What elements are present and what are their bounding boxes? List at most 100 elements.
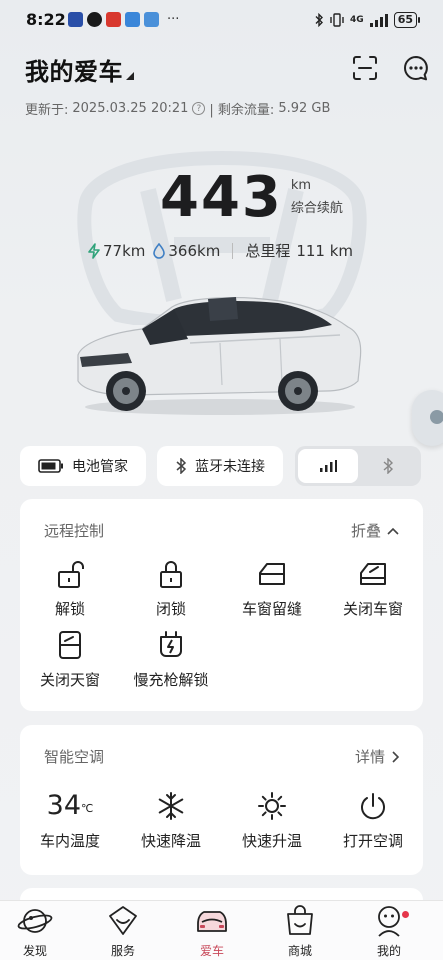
close-sunroof-button[interactable]: 关闭天窗 bbox=[20, 630, 120, 690]
dropdown-caret-icon bbox=[126, 71, 134, 80]
ac-power-button[interactable]: 打开空调 bbox=[323, 791, 423, 851]
message-icon[interactable] bbox=[402, 54, 430, 82]
close-window-button[interactable]: 关闭车窗 bbox=[323, 559, 423, 619]
quick-heat-button[interactable]: 快速升温 bbox=[222, 791, 322, 851]
power-icon bbox=[361, 793, 385, 820]
temperature-unit: ℃ bbox=[81, 802, 94, 815]
cabin-temperature-label: 车内温度 bbox=[39, 832, 100, 850]
bluetooth-icon bbox=[315, 13, 324, 27]
planet-icon bbox=[17, 909, 53, 933]
window-vent-label: 车窗留缝 bbox=[241, 600, 302, 618]
range-unit: km bbox=[290, 178, 312, 193]
window-vent-icon bbox=[259, 563, 285, 585]
quick-cool-button[interactable]: 快速降温 bbox=[121, 791, 221, 851]
sunroof-close-icon bbox=[59, 631, 81, 659]
nav-my-car[interactable]: 爱车 bbox=[177, 904, 247, 959]
signal-icon bbox=[369, 14, 388, 27]
climate-card: 智能空调 详情 34℃ 车内温度 快速降温 快速升温 打开空调 bbox=[20, 725, 423, 875]
details-label: 详情 bbox=[354, 748, 385, 766]
quick-heat-label: 快速升温 bbox=[241, 832, 302, 850]
unlock-label: 解锁 bbox=[54, 600, 85, 618]
collapse-button[interactable]: 折叠 bbox=[351, 520, 399, 541]
app-notification-icon bbox=[144, 12, 159, 27]
battery-status-icon bbox=[38, 459, 63, 473]
profile-icon bbox=[378, 906, 400, 937]
floating-assistant-button[interactable] bbox=[412, 390, 443, 446]
bluetooth-status-button[interactable]: 蓝牙未连接 bbox=[157, 446, 283, 486]
odometer-value: 111 km bbox=[296, 241, 354, 260]
range-display: 443 km 综合续航 bbox=[160, 168, 343, 228]
electric-range-value: 77km bbox=[103, 241, 146, 260]
charger-unlock-icon bbox=[160, 631, 182, 657]
system-status: 4G 65 bbox=[314, 12, 421, 28]
close-window-label: 关闭车窗 bbox=[342, 600, 403, 618]
scan-icon[interactable] bbox=[351, 54, 379, 82]
wifi-app-icon bbox=[125, 12, 140, 27]
lock-label: 闭锁 bbox=[155, 600, 186, 618]
nav-my-car-label: 爱车 bbox=[199, 944, 224, 958]
window-vent-button[interactable]: 车窗留缝 bbox=[222, 559, 322, 619]
battery-icon: 65 bbox=[393, 12, 421, 28]
qq-icon bbox=[87, 12, 102, 27]
update-label: 更新于: bbox=[25, 103, 69, 118]
data-remaining-label: | 剩余流量: bbox=[209, 103, 275, 118]
nav-discover-label: 发现 bbox=[22, 944, 47, 958]
shop-bag-icon bbox=[287, 905, 313, 935]
app-notification-icon bbox=[106, 12, 121, 27]
bluetooth-mode-tab[interactable] bbox=[358, 449, 418, 483]
range-breakdown: 77km 366km 总里程 111 km bbox=[88, 240, 353, 261]
remote-control-card: 远程控制 折叠 解锁 闭锁 车窗留缝 关闭车窗 关闭天窗 慢充枪解锁 bbox=[20, 499, 423, 711]
chevron-up-icon bbox=[387, 527, 399, 535]
snowflake-icon bbox=[158, 792, 184, 820]
network-type: 4G bbox=[350, 15, 364, 25]
range-label: 综合续航 bbox=[290, 201, 343, 216]
sun-icon bbox=[258, 792, 286, 820]
app-notification-icon bbox=[68, 12, 83, 27]
fuel-drop-icon bbox=[153, 242, 166, 259]
nav-profile-label: 我的 bbox=[376, 944, 401, 958]
vibrate-icon bbox=[330, 13, 344, 27]
status-time: 8:22 bbox=[26, 10, 66, 29]
nav-shop-label: 商城 bbox=[287, 944, 312, 958]
battery-manager-button[interactable]: 电池管家 bbox=[20, 446, 146, 486]
update-info: 更新于: 2025.03.25 20:21 ? | 剩余流量: 5.92 GB bbox=[25, 99, 330, 118]
charger-unlock-label: 慢充枪解锁 bbox=[133, 671, 209, 689]
nav-discover[interactable]: 发现 bbox=[0, 904, 70, 959]
fuel-range-value: 366km bbox=[168, 241, 221, 260]
quick-cool-label: 快速降温 bbox=[140, 832, 201, 850]
cabin-temperature: 34℃ 车内温度 bbox=[20, 791, 120, 851]
update-time: 2025.03.25 20:21 bbox=[72, 101, 189, 116]
nav-profile[interactable]: 我的 bbox=[354, 904, 424, 959]
collapse-label: 折叠 bbox=[350, 522, 381, 540]
bottom-navigation: 发现 服务 爱车 商城 我的 bbox=[0, 900, 443, 960]
car-image bbox=[77, 297, 362, 415]
close-sunroof-label: 关闭天窗 bbox=[39, 671, 100, 689]
nav-shop[interactable]: 商城 bbox=[265, 904, 335, 959]
electric-range: 77km bbox=[88, 242, 145, 260]
bluetooth-icon bbox=[176, 458, 187, 474]
cabin-temperature-value: 34℃ bbox=[47, 791, 94, 821]
notification-dot bbox=[402, 911, 409, 918]
signal-bars-icon bbox=[320, 460, 337, 472]
data-remaining-value: 5.92 GB bbox=[278, 101, 331, 116]
bluetooth-icon bbox=[383, 458, 394, 474]
charger-unlock-button[interactable]: 慢充枪解锁 bbox=[121, 630, 221, 690]
service-icon bbox=[109, 906, 137, 935]
vehicle-selector[interactable]: 我的爱车 bbox=[25, 52, 134, 87]
remote-control-title: 远程控制 bbox=[44, 522, 105, 540]
lock-button[interactable]: 闭锁 bbox=[121, 559, 221, 619]
lock-icon bbox=[160, 561, 182, 588]
bluetooth-status-label: 蓝牙未连接 bbox=[195, 459, 265, 475]
temperature-number: 34 bbox=[46, 790, 81, 821]
cellular-mode-tab[interactable] bbox=[298, 449, 358, 483]
odometer-label: 总里程 bbox=[245, 242, 291, 260]
unlock-button[interactable]: 解锁 bbox=[20, 559, 120, 619]
window-close-icon bbox=[360, 563, 386, 585]
battery-manager-label: 电池管家 bbox=[72, 459, 128, 475]
climate-details-link[interactable]: 详情 bbox=[355, 746, 399, 767]
fuel-range: 366km bbox=[153, 242, 220, 260]
nav-service[interactable]: 服务 bbox=[88, 904, 158, 959]
more-notifications-icon: ··· bbox=[167, 12, 180, 27]
page-title: 我的爱车 bbox=[25, 58, 123, 86]
help-icon[interactable]: ? bbox=[192, 102, 206, 115]
